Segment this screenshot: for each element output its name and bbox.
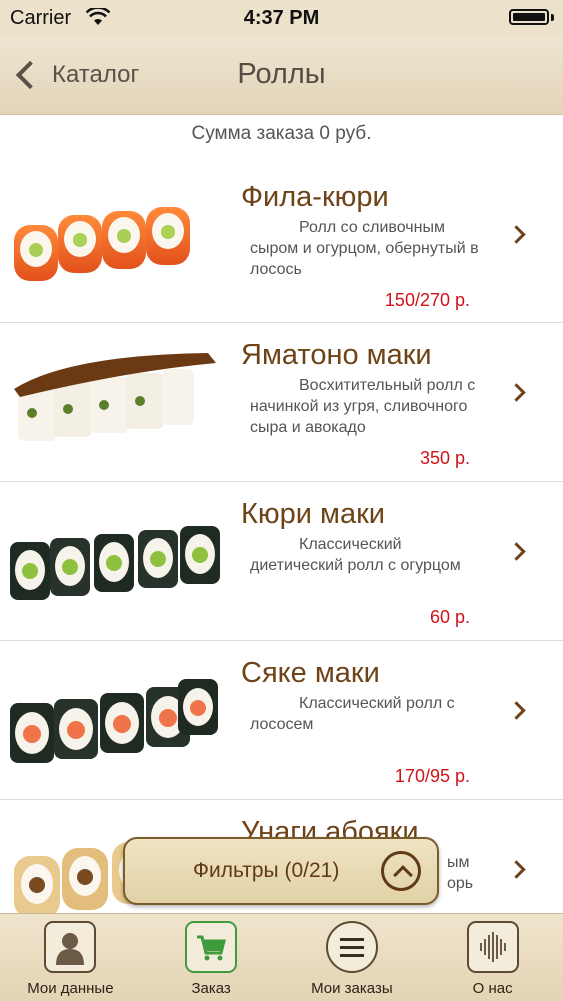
item-name: Фила-кюри [241, 181, 389, 213]
roll-image [14, 207, 190, 281]
item-description: Классический диетический ролл с огурцом [250, 536, 461, 574]
item-price: 60 р. [429, 607, 470, 627]
info-icon [466, 921, 519, 973]
tab-label: О нас [472, 980, 513, 997]
tab-label: Мои данные [27, 980, 114, 997]
tab-label: Мои заказы [311, 980, 393, 997]
tab-my-orders[interactable]: Мои заказы [282, 914, 423, 1001]
chevron-right-icon [507, 383, 526, 402]
list-item[interactable]: Кюри маки Классический диетический ролл … [0, 482, 563, 641]
roll-image [10, 679, 218, 763]
item-name: Сяке маки [241, 657, 380, 689]
item-description: ым орь [447, 854, 474, 892]
tab-label: Заказ [191, 980, 231, 997]
tab-bar: Мои данные Заказ Мои заказы О нас [0, 913, 563, 1001]
tab-my-data[interactable]: Мои данные [0, 914, 141, 1001]
roll-image [10, 526, 220, 600]
status-bar: Carrier 4:37 PM [0, 0, 563, 36]
roll-image [14, 353, 216, 441]
clock: 4:37 PM [243, 7, 320, 29]
item-price: 170/95 р. [394, 766, 470, 786]
item-name: Кюри маки [241, 498, 385, 530]
list-item[interactable]: Сяке маки Классический ролл с лососем 17… [0, 641, 563, 800]
list-icon [325, 921, 378, 973]
tab-order[interactable]: Заказ [141, 914, 282, 1001]
item-price: 150/270 р. [384, 290, 470, 310]
item-description: Восхитительный ролл с начинкой из угря, … [250, 377, 476, 436]
chevron-right-icon [507, 860, 526, 879]
item-description: Классический ролл с лососем [250, 695, 455, 733]
tab-about[interactable]: О нас [422, 914, 563, 1001]
list-item[interactable]: Фила-кюри Ролл со сливочным сыром и огур… [0, 165, 563, 323]
item-description: Ролл со сливочным сыром и огурцом, оберн… [250, 219, 479, 278]
battery-icon [509, 9, 549, 25]
cart-icon [185, 921, 238, 973]
chevron-right-icon [507, 701, 526, 720]
person-icon [44, 921, 97, 973]
filter-button[interactable]: Фильтры (0/21) [123, 837, 439, 905]
chevron-right-icon [507, 225, 526, 244]
filter-label: Фильтры (0/21) [193, 859, 340, 882]
list-item[interactable]: Яматоно маки Восхитительный ролл с начин… [0, 323, 563, 482]
order-sum: Сумма заказа 0 руб. [191, 123, 372, 144]
chevron-right-icon [507, 542, 526, 561]
item-name: Яматоно маки [241, 339, 432, 371]
item-price: 350 р. [419, 448, 470, 468]
chevron-up-icon[interactable] [381, 851, 421, 891]
battery-tip [551, 14, 554, 21]
page-title: Роллы [237, 58, 326, 90]
